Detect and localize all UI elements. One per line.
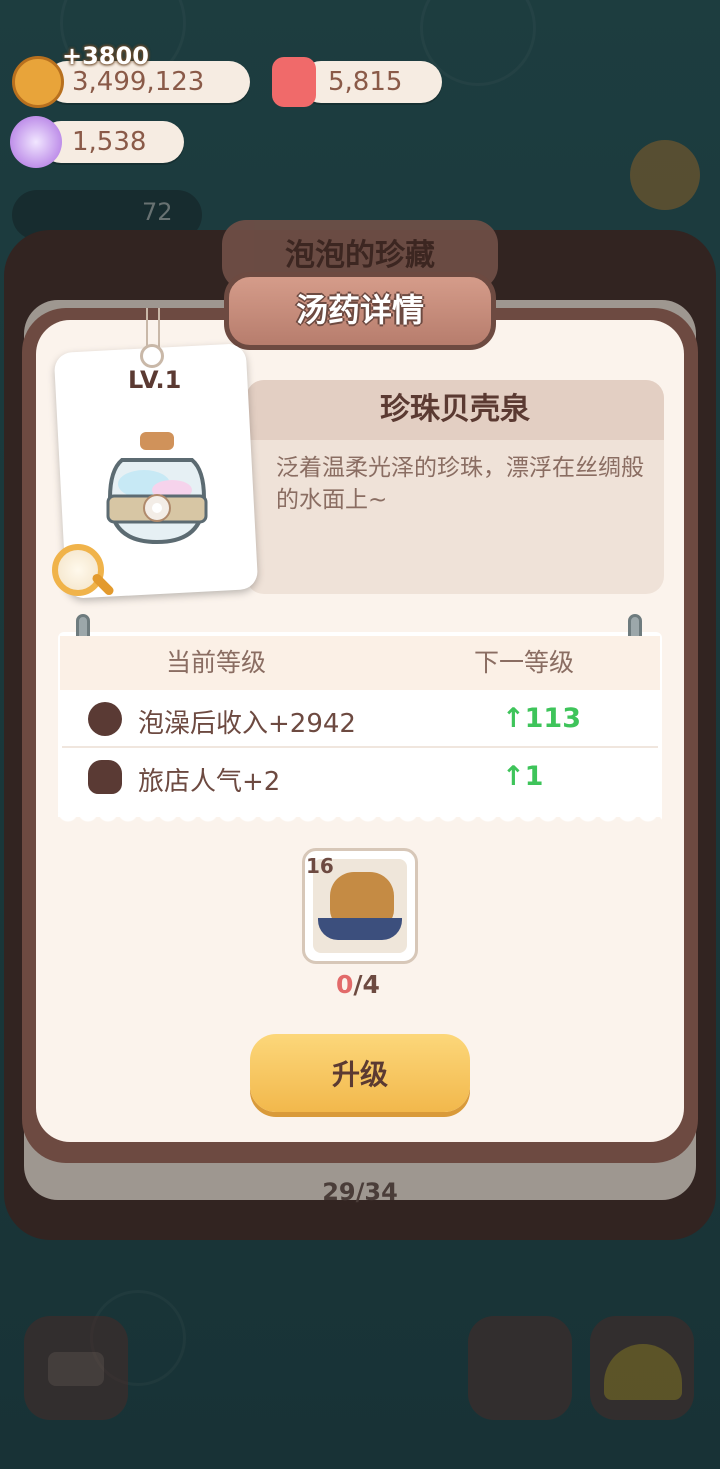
item-progress: 0/4 <box>336 970 380 999</box>
item-level-badge: 16 <box>306 854 334 878</box>
row-divider <box>62 746 658 748</box>
stat-popularity: 旅店人气+2 <box>138 767 281 797</box>
stat-popularity-next: ↑1 <box>502 761 544 792</box>
description-panel: 珍珠贝壳泉 泛着温柔光泽的珍珠，漂浮在丝绸般的水面上~ <box>246 380 664 594</box>
purple-crystal-icon <box>10 116 62 168</box>
stat-income-next: ↑113 <box>502 703 581 734</box>
red-candy-icon <box>272 57 316 107</box>
cookie-icon <box>12 56 64 108</box>
tag-hole <box>140 344 164 368</box>
item-need-count: /4 <box>353 970 380 999</box>
item-description: 泛着温柔光泽的珍珠，漂浮在丝绸般的水面上~ <box>276 455 644 513</box>
cookie-icon <box>88 702 122 736</box>
col-current-level: 当前等级 <box>166 648 267 677</box>
magnifier-icon[interactable] <box>52 544 104 596</box>
item-have-count: 0 <box>336 970 354 999</box>
dialog-title: 汤药详情 <box>224 272 496 350</box>
gem-counter: 5,815 <box>300 61 442 103</box>
pearl-potion-icon <box>106 432 208 545</box>
col-next-level: 下一等级 <box>474 648 575 677</box>
cookie-gain: +3800 <box>62 42 149 70</box>
crystal-count: 1,538 <box>72 127 147 157</box>
item-level: LV.1 <box>128 366 182 394</box>
gem-count: 5,815 <box>328 67 403 97</box>
paper-wave-edge <box>58 812 662 826</box>
cookie-count: 3,499,123 <box>72 67 205 97</box>
item-name: 珍珠贝壳泉 <box>380 392 530 427</box>
upgrade-button[interactable]: 升级 <box>250 1034 470 1112</box>
popularity-icon <box>88 760 122 794</box>
stat-income: 泡澡后收入+2942 <box>138 709 356 739</box>
bathtub-shape <box>318 918 402 940</box>
